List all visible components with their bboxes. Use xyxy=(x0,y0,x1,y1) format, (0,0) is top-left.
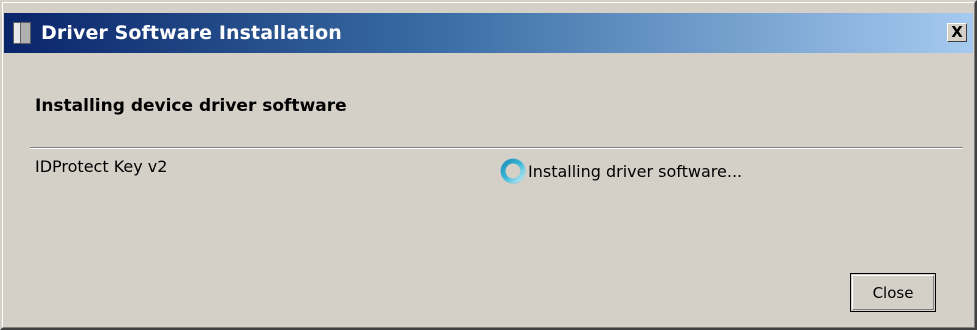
close-button[interactable]: Close xyxy=(850,273,936,312)
busy-spinner-icon xyxy=(500,158,526,184)
title-bar[interactable]: Driver Software Installation X xyxy=(4,13,973,53)
page-heading: Installing device driver software xyxy=(35,96,347,116)
window-title: Driver Software Installation xyxy=(41,22,342,44)
driver-installation-dialog: Driver Software Installation X Installin… xyxy=(0,0,977,330)
device-name: IDProtect Key v2 xyxy=(35,157,168,176)
divider xyxy=(30,147,963,149)
driver-installer-icon xyxy=(13,22,31,44)
close-icon[interactable]: X xyxy=(947,23,967,42)
device-status: Installing driver software... xyxy=(498,156,742,186)
status-text: Installing driver software... xyxy=(528,161,743,181)
